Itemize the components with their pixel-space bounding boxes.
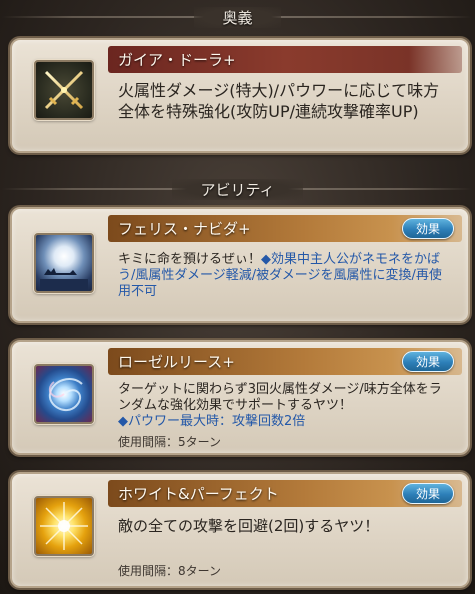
ability-card-1[interactable]: フェリス・ナビダ+ 効果 キミに命を預けるぜぃ！◆効果中主人公がネモネをかばう/… [10, 207, 470, 323]
ougi-card[interactable]: ガイア・ドーラ+ 火属性ダメージ(特大)/パウワーに応じて味方全体を特殊強化(攻… [10, 38, 470, 153]
effect-button[interactable]: 効果 [402, 218, 454, 239]
golden-burst-icon [34, 496, 94, 556]
effect-button[interactable]: 効果 [402, 483, 454, 504]
galaxy-swirl-icon [34, 364, 94, 424]
ability-cooldown: 使用間隔：8ターン [118, 564, 222, 578]
ability-main-text: 敵の全ての攻撃を回避(2回)するヤツ！ [118, 517, 380, 535]
ability-main-text: ターゲットに関わらず3回火属性ダメージ/味方全体をランダムな強化効果でサポートす… [118, 382, 442, 413]
ability-name: ローゼルリース+ [118, 353, 235, 371]
ability-main-text: キミに命を預けるぜぃ！ [118, 252, 262, 267]
ability-name: フェリス・ナビダ+ [118, 220, 251, 238]
ougi-section-title: 奥義 [194, 6, 281, 28]
ability-cooldown: 使用間隔：5ターン [118, 435, 222, 449]
ougi-name-bar: ガイア・ドーラ+ [108, 46, 462, 73]
ability-description: ターゲットに関わらず3回火属性ダメージ/味方全体をランダムな強化効果でサポートす… [118, 382, 454, 430]
ability-card-3[interactable]: ホワイト&パーフェクト 効果 敵の全ての攻撃を回避(2回)するヤツ！ 使用間隔：… [10, 472, 470, 588]
ability-section-header: アビリティ [0, 176, 475, 202]
ability-description: キミに命を預けるぜぃ！◆効果中主人公がネモネをかばう/風属性ダメージ軽減/被ダメ… [118, 252, 454, 300]
ability-effect-text: ◆パウワー最大時：攻撃回数2倍 [118, 414, 306, 429]
ougi-description: 火属性ダメージ(特大)/パウワーに応じて味方全体を特殊強化(攻防UP/連続攻撃確… [118, 81, 440, 121]
ability-name: ホワイト&パーフェクト [118, 485, 279, 503]
moon-sleigh-icon [34, 233, 94, 293]
ougi-section-header: 奥義 [0, 4, 475, 30]
crossed-swords-icon [34, 60, 94, 120]
ability-description: 敵の全ての攻撃を回避(2回)するヤツ！ [118, 516, 454, 537]
ability-card-2[interactable]: ローゼルリース+ 効果 ターゲットに関わらず3回火属性ダメージ/味方全体をランダ… [10, 340, 470, 455]
ability-section-title: アビリティ [172, 178, 303, 200]
ougi-name: ガイア・ドーラ+ [118, 51, 236, 69]
effect-button[interactable]: 効果 [402, 351, 454, 372]
